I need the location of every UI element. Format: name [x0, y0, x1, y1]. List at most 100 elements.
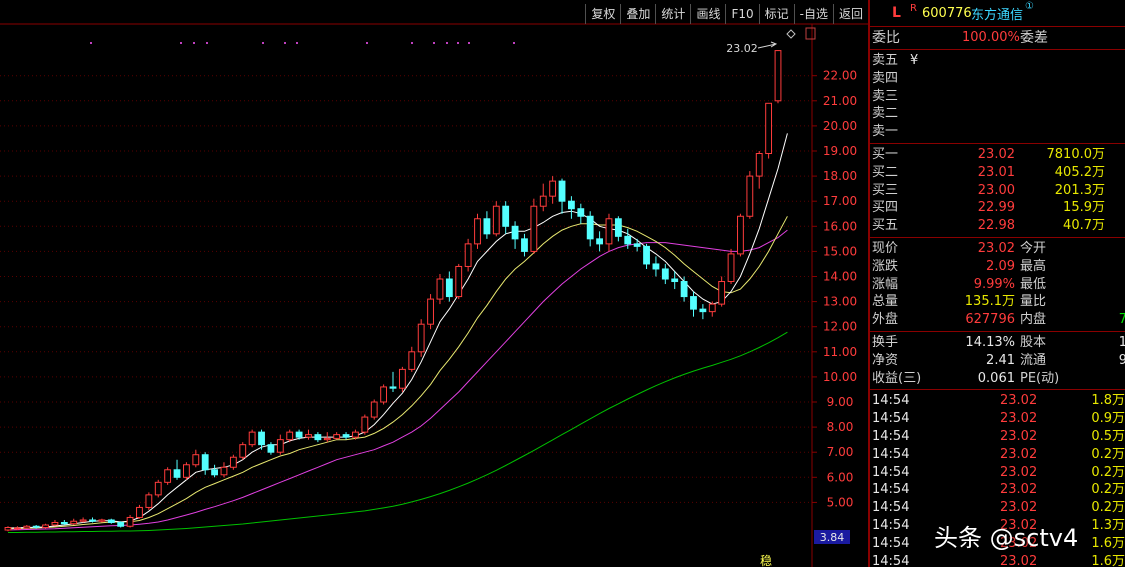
- toolbar-button-0[interactable]: 复权: [585, 4, 620, 24]
- candle-body[interactable]: [624, 235, 632, 245]
- candle-body[interactable]: [502, 205, 510, 227]
- candle-body[interactable]: [690, 296, 697, 310]
- kline-svg[interactable]: 22.00 21.00 20.00 19.00 18.00 17.00 16.00 15.00…: [0, 0, 868, 567]
- candle-body[interactable]: [117, 521, 125, 527]
- candle-body[interactable]: [549, 180, 557, 197]
- candle-body[interactable]: [173, 469, 181, 478]
- candle-body[interactable]: [361, 416, 369, 433]
- candle-body[interactable]: [680, 281, 688, 298]
- candle-body[interactable]: [492, 205, 500, 235]
- candle-body[interactable]: [577, 208, 585, 217]
- candle-body[interactable]: [98, 519, 106, 522]
- toolbar-button-1[interactable]: 叠加: [620, 4, 655, 24]
- candle-body[interactable]: [267, 444, 275, 453]
- toolbar-button-7[interactable]: 返回: [832, 4, 868, 24]
- candle-body[interactable]: [380, 386, 388, 403]
- candle-body[interactable]: [276, 439, 284, 453]
- candle-body[interactable]: [483, 218, 491, 235]
- diamond-icon[interactable]: [786, 29, 796, 39]
- toolbar-button-2[interactable]: 统计: [655, 4, 690, 24]
- candle-body[interactable]: [746, 175, 754, 217]
- candle-body[interactable]: [398, 368, 406, 389]
- candle-body[interactable]: [211, 469, 218, 476]
- candle-body[interactable]: [286, 431, 294, 441]
- candle-body[interactable]: [643, 245, 650, 265]
- candle-body[interactable]: [229, 456, 237, 468]
- candle-body[interactable]: [314, 434, 322, 441]
- candle-body[interactable]: [220, 466, 228, 476]
- candle-body[interactable]: [558, 180, 566, 202]
- candle-body[interactable]: [323, 437, 331, 441]
- kline-chart[interactable]: 22.00 21.00 20.00 19.00 18.00 17.00 16.00 15.00…: [0, 0, 868, 567]
- candle-body[interactable]: [154, 481, 162, 496]
- candle-body[interactable]: [79, 519, 87, 522]
- candle-body[interactable]: [661, 268, 669, 280]
- candle-body[interactable]: [305, 434, 312, 438]
- candle-body[interactable]: [474, 218, 481, 245]
- candle-body[interactable]: [511, 225, 519, 240]
- candle-body[interactable]: [389, 386, 397, 389]
- candle-body[interactable]: [445, 278, 453, 298]
- candle-body[interactable]: [370, 401, 378, 418]
- candle-body[interactable]: [614, 218, 622, 237]
- candle-body[interactable]: [258, 431, 265, 446]
- candle-body[interactable]: [633, 243, 641, 247]
- candle-body[interactable]: [427, 298, 434, 325]
- candle-body[interactable]: [436, 278, 444, 300]
- candle-body[interactable]: [70, 520, 78, 525]
- candle-body[interactable]: [13, 527, 21, 530]
- candle-body[interactable]: [23, 525, 31, 529]
- candle-body[interactable]: [464, 243, 472, 267]
- candle-body[interactable]: [596, 238, 603, 245]
- toolbar-button-3[interactable]: 画线: [690, 4, 725, 24]
- candle-body[interactable]: [521, 238, 528, 252]
- candle-body[interactable]: [201, 454, 209, 471]
- candle-body[interactable]: [107, 519, 115, 523]
- scroll-box-icon[interactable]: [805, 27, 816, 40]
- candle-body[interactable]: [342, 434, 350, 438]
- candle-body[interactable]: [183, 464, 190, 478]
- candle-body[interactable]: [718, 281, 726, 305]
- candle-body[interactable]: [136, 506, 143, 518]
- bid-price: 23.01: [977, 164, 1015, 180]
- candle-body[interactable]: [192, 454, 200, 466]
- candle-body[interactable]: [652, 263, 660, 270]
- candle-body[interactable]: [708, 303, 716, 313]
- candle-body[interactable]: [671, 278, 679, 283]
- candle-body[interactable]: [60, 521, 68, 525]
- candle-body[interactable]: [89, 519, 96, 522]
- candle-body[interactable]: [586, 215, 594, 240]
- candle-body[interactable]: [568, 200, 575, 210]
- candle-body[interactable]: [352, 431, 359, 438]
- candle-body[interactable]: [51, 521, 59, 526]
- candle-body[interactable]: [145, 494, 153, 508]
- candle-body[interactable]: [755, 153, 763, 177]
- candle-body[interactable]: [765, 102, 773, 155]
- candle-body[interactable]: [239, 444, 247, 458]
- bid-book: 买一 23.02 7810.0万 买二 23.01 405.2万 买三 23.00 201.3万…: [870, 144, 1125, 238]
- candle-body[interactable]: [42, 524, 49, 529]
- toolbar-button-5[interactable]: 标记: [758, 4, 794, 24]
- stat-label-2: 股本: [1020, 334, 1047, 350]
- candle-body[interactable]: [164, 469, 172, 483]
- candle-body[interactable]: [4, 527, 12, 531]
- candle-body[interactable]: [248, 431, 256, 446]
- toolbar-button-6[interactable]: -自选: [793, 4, 833, 24]
- candle-body[interactable]: [295, 431, 303, 438]
- candle-body[interactable]: [417, 323, 425, 353]
- candle-body[interactable]: [126, 516, 134, 527]
- tick-row: 14:54 23.02 0.2万: [870, 446, 1125, 464]
- candle-body[interactable]: [605, 218, 613, 245]
- candle-body[interactable]: [32, 525, 40, 528]
- candle-body[interactable]: [408, 351, 416, 370]
- candle-body[interactable]: [539, 195, 547, 207]
- candle-body[interactable]: [727, 253, 735, 283]
- candle-body[interactable]: [333, 434, 341, 439]
- candle-body[interactable]: [530, 205, 538, 252]
- toolbar-button-4[interactable]: F10: [725, 4, 758, 24]
- stock-name[interactable]: 东方通信: [971, 4, 1023, 23]
- candle-body[interactable]: [455, 265, 463, 298]
- candle-body[interactable]: [737, 215, 744, 255]
- candle-body[interactable]: [774, 50, 782, 102]
- candle-body[interactable]: [699, 308, 707, 313]
